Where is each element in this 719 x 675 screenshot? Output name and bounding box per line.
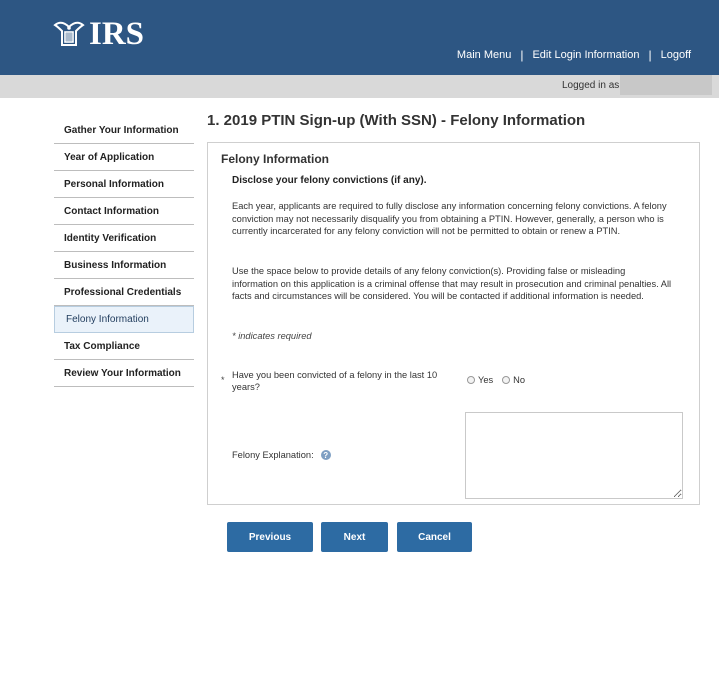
redacted-username xyxy=(620,75,712,95)
disclosure-paragraph: Each year, applicants are required to fu… xyxy=(232,201,667,236)
help-icon[interactable]: ? xyxy=(320,450,331,460)
felony-explanation-label: Felony Explanation: ? xyxy=(232,450,331,460)
required-marker: * xyxy=(221,375,225,385)
sidebar-item-gather-info[interactable]: Gather Your Information xyxy=(54,118,194,144)
no-radio-label[interactable]: No xyxy=(513,375,525,385)
sidebar-item-tax-compliance[interactable]: Tax Compliance xyxy=(54,333,194,360)
felony-info-panel: Felony Information Disclose your felony … xyxy=(207,142,700,505)
edit-login-link[interactable]: Edit Login Information xyxy=(532,49,639,61)
felony-explanation-textarea[interactable] xyxy=(465,412,683,499)
main-menu-link[interactable]: Main Menu xyxy=(457,49,511,61)
next-button[interactable]: Next xyxy=(321,522,388,552)
logoff-link[interactable]: Logoff xyxy=(661,49,691,61)
logged-in-label: Logged in as ( xyxy=(562,80,626,91)
user-status-bar: Logged in as ( xyxy=(0,75,719,98)
top-navigation: Main Menu | Edit Login Information | Log… xyxy=(457,48,691,62)
yes-radio-label[interactable]: Yes xyxy=(478,375,493,385)
step-navigation: Gather Your Information Year of Applicat… xyxy=(54,118,194,387)
site-header: IRS Main Menu | Edit Login Information |… xyxy=(0,0,719,75)
nav-separator: | xyxy=(648,48,652,62)
nav-separator: | xyxy=(520,48,524,62)
felony-question: Have you been convicted of a felony in t… xyxy=(232,370,438,392)
felony-explanation-text: Felony Explanation: xyxy=(232,450,314,460)
disclose-heading: Disclose your felony convictions (if any… xyxy=(232,175,427,186)
explanation-instructions: Use the space below to provide details o… xyxy=(232,266,672,301)
required-note: * indicates required xyxy=(232,331,312,341)
no-radio[interactable] xyxy=(502,376,511,384)
felony-radio-group: Yes No xyxy=(467,375,534,385)
sidebar-item-credentials[interactable]: Professional Credentials xyxy=(54,279,194,306)
sidebar-item-year[interactable]: Year of Application xyxy=(54,144,194,171)
sidebar-item-review[interactable]: Review Your Information xyxy=(54,360,194,387)
sidebar-item-contact[interactable]: Contact Information xyxy=(54,198,194,225)
cancel-button[interactable]: Cancel xyxy=(397,522,472,552)
sidebar-item-identity[interactable]: Identity Verification xyxy=(54,225,194,252)
sidebar-item-personal[interactable]: Personal Information xyxy=(54,171,194,198)
form-actions: Previous Next Cancel xyxy=(227,522,472,552)
logo-text: IRS xyxy=(89,16,145,52)
sidebar-item-felony[interactable]: Felony Information xyxy=(54,306,194,333)
irs-logo[interactable]: IRS xyxy=(52,16,145,52)
previous-button[interactable]: Previous xyxy=(227,522,313,552)
sidebar-item-business[interactable]: Business Information xyxy=(54,252,194,279)
eagle-seal-icon xyxy=(53,21,85,46)
yes-radio[interactable] xyxy=(467,376,475,384)
page-title: 1. 2019 PTIN Sign-up (With SSN) - Felony… xyxy=(207,112,586,129)
panel-title: Felony Information xyxy=(221,152,329,166)
